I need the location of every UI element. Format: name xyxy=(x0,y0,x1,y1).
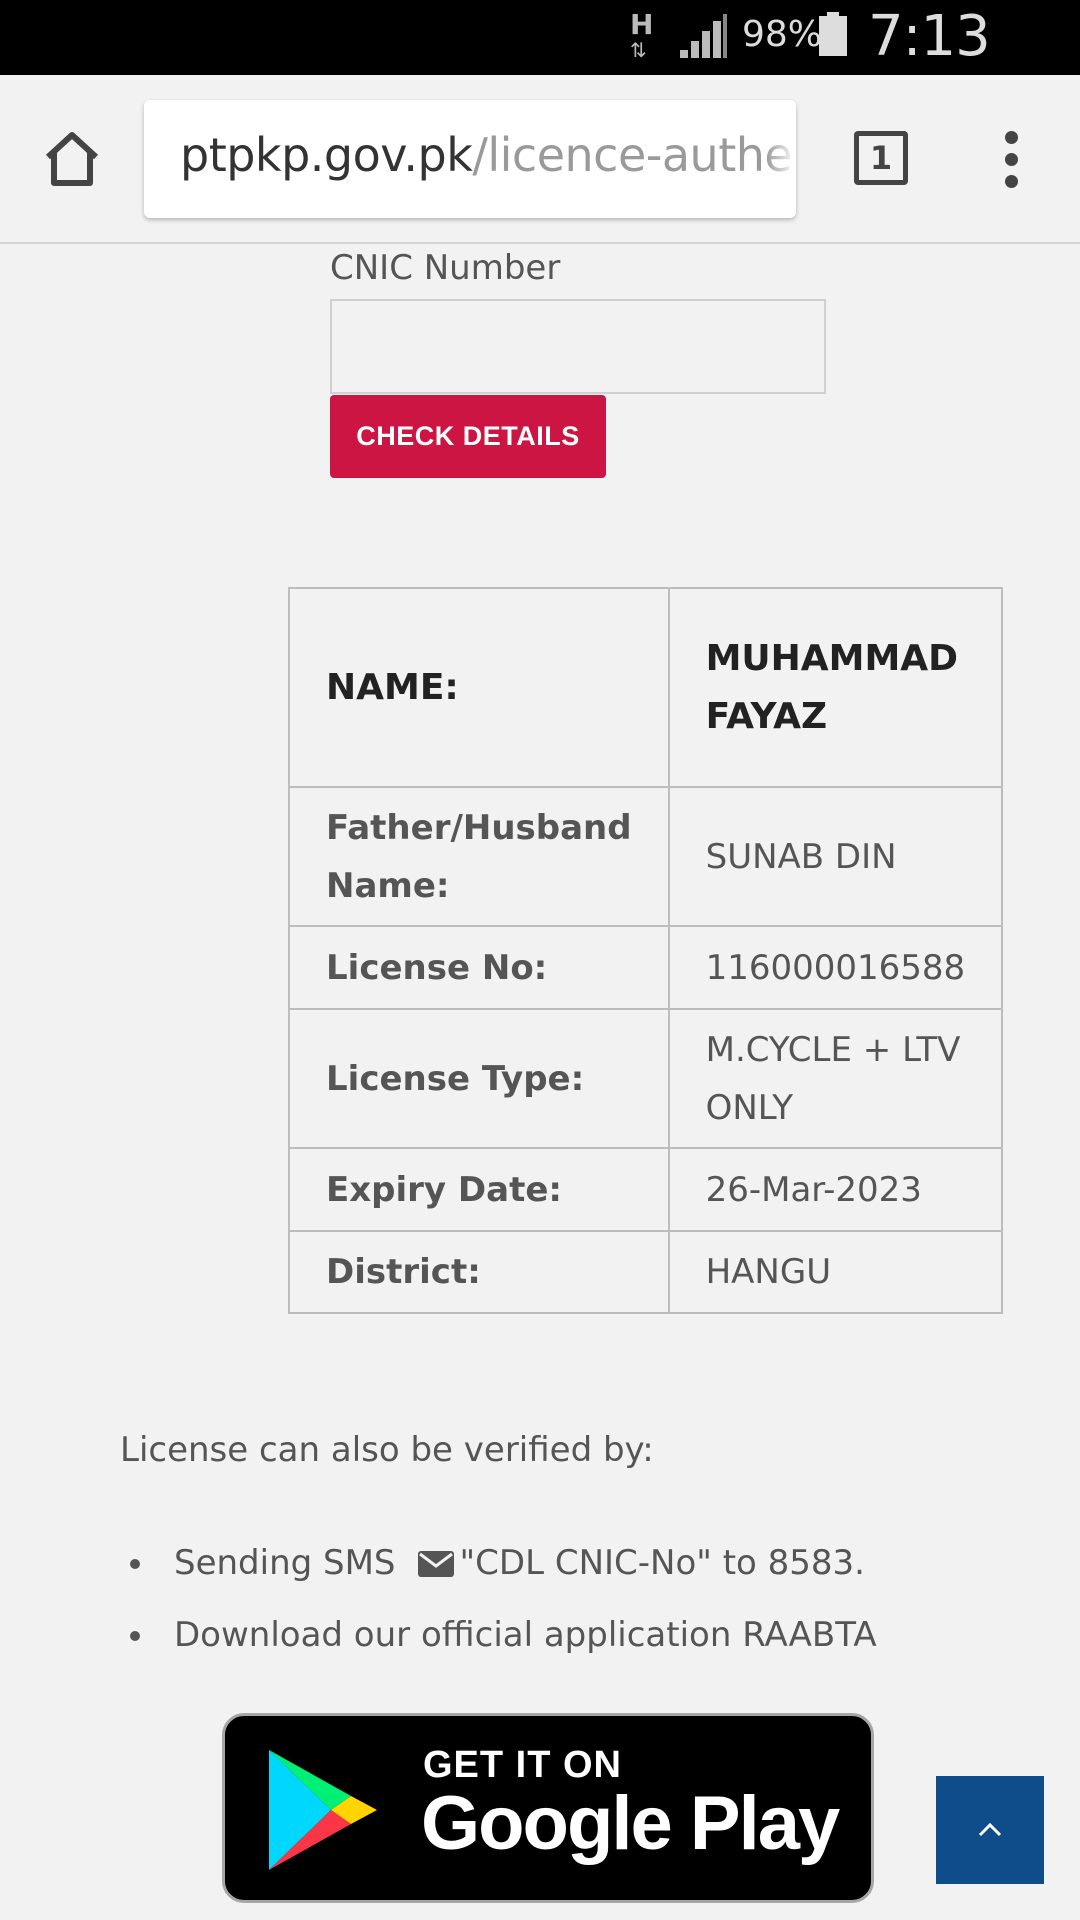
chevron-up-icon xyxy=(978,1823,1002,1837)
table-row: License Type: M.CYCLE + LTV ONLY xyxy=(288,1008,1004,1149)
row-value: M.CYCLE + LTV ONLY xyxy=(667,1008,1004,1149)
row-label: License No: xyxy=(288,925,670,1010)
row-label: Expiry Date: xyxy=(288,1147,670,1232)
verify-methods-list: Sending SMS "CDL CNIC-No" to 8583. Downlo… xyxy=(120,1536,877,1680)
table-row: Expiry Date: 26-Mar-2023 xyxy=(288,1147,1004,1232)
badge-line2: Google Play xyxy=(421,1781,840,1866)
url-path: /licence-authen xyxy=(472,128,796,182)
url-fade xyxy=(766,100,796,218)
row-value: MUHAMMAD FAYAZ xyxy=(667,587,1004,788)
more-vert-icon[interactable] xyxy=(1000,131,1022,191)
table-row: District: HANGU xyxy=(288,1230,1004,1314)
tab-switcher-button[interactable]: 1 xyxy=(854,131,908,185)
envelope-icon xyxy=(417,1551,454,1577)
row-value: HANGU xyxy=(667,1230,1004,1314)
check-details-button[interactable]: CHECK DETAILS xyxy=(330,395,606,478)
data-transfer-icon: ⇅ xyxy=(630,38,647,62)
row-label: District: xyxy=(288,1230,670,1314)
verify-intro: License can also be verified by: xyxy=(120,1430,654,1470)
table-row: Father/Husband Name: SUNAB DIN xyxy=(288,786,1004,927)
url-bar[interactable]: ptpkp.gov.pk/licence-authen xyxy=(144,100,796,218)
table-row: License No: 116000016588 xyxy=(288,925,1004,1010)
row-label: NAME: xyxy=(288,587,670,788)
url-host: ptpkp.gov.pk xyxy=(180,128,473,182)
list-item: Download our official application RAABTA xyxy=(120,1608,877,1680)
table-row: NAME: MUHAMMAD FAYAZ xyxy=(288,587,1004,788)
list-item: Sending SMS "CDL CNIC-No" to 8583. xyxy=(120,1536,877,1608)
row-value: 26-Mar-2023 xyxy=(667,1147,1004,1232)
battery-percent: 98% xyxy=(742,14,823,55)
browser-toolbar: ptpkp.gov.pk/licence-authen 1 xyxy=(0,75,1080,244)
app-download-text: Download our official application RAABTA xyxy=(174,1615,877,1655)
home-icon[interactable] xyxy=(40,127,104,191)
sms-text: "CDL CNIC-No" to 8583. xyxy=(459,1543,865,1583)
signal-strength-icon xyxy=(680,14,727,58)
google-play-logo-icon xyxy=(269,1750,377,1870)
battery-icon xyxy=(819,12,847,56)
scroll-to-top-button[interactable] xyxy=(936,1776,1044,1884)
row-value: 116000016588 xyxy=(667,925,1004,1010)
cnic-input[interactable] xyxy=(330,299,826,394)
row-label: License Type: xyxy=(288,1008,670,1149)
sms-prefix: Sending SMS xyxy=(174,1543,396,1583)
network-type-label: H xyxy=(630,8,654,41)
network-type-indicator: H ⇅ xyxy=(626,8,662,64)
row-label: Father/Husband Name: xyxy=(288,786,670,927)
google-play-badge[interactable]: GET IT ON Google Play xyxy=(222,1713,874,1903)
cnic-label: CNIC Number xyxy=(330,248,561,288)
row-value: SUNAB DIN xyxy=(667,786,1004,927)
license-details-table: NAME: MUHAMMAD FAYAZ Father/Husband Name… xyxy=(288,587,1004,1314)
url-text[interactable]: ptpkp.gov.pk/licence-authen xyxy=(180,128,796,182)
status-bar: H ⇅ 98% 7:13 PM xyxy=(0,0,1080,134)
